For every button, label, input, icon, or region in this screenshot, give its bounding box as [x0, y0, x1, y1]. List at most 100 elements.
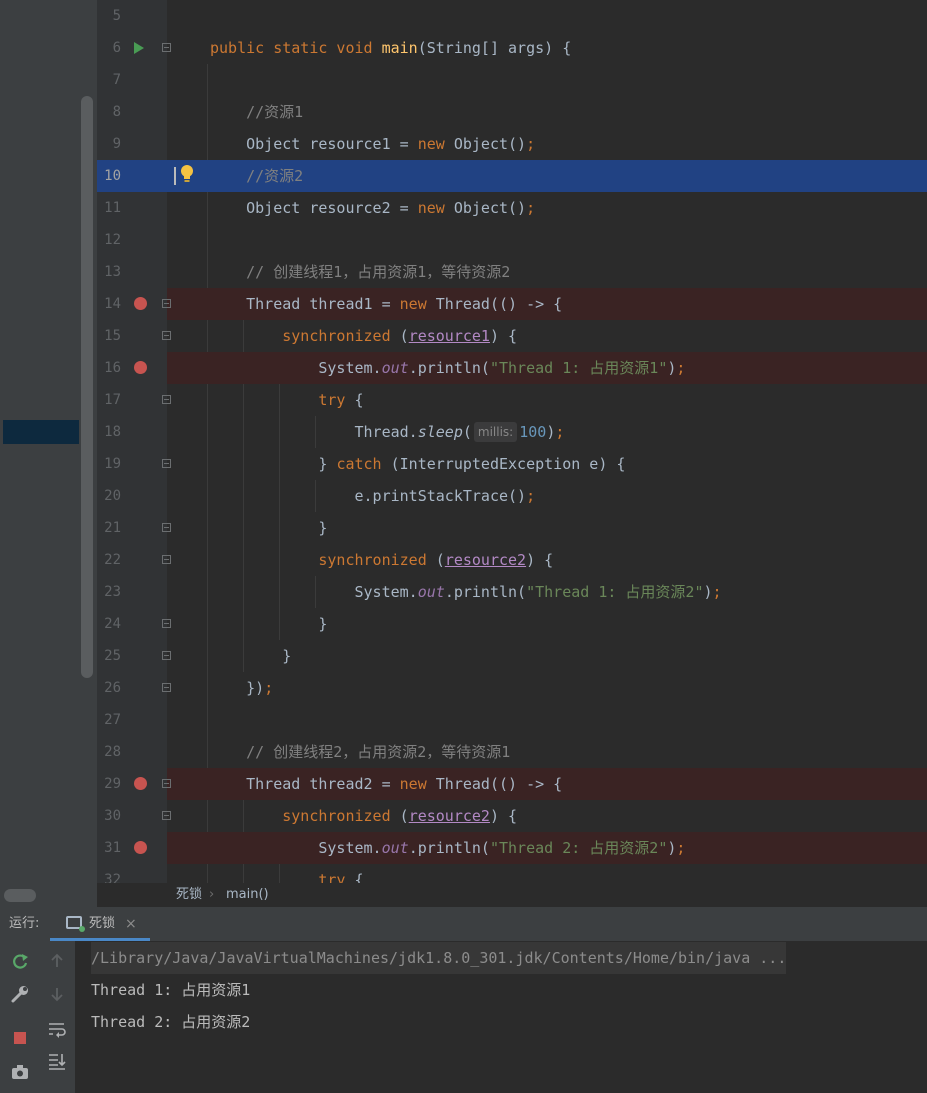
fold-icon[interactable] [162, 779, 171, 788]
run-toolbar [0, 941, 75, 1093]
fold-icon[interactable] [162, 651, 171, 660]
fold-icon[interactable] [162, 555, 171, 564]
code-line[interactable]: 5 [97, 0, 927, 32]
run-main-icon[interactable] [134, 42, 144, 54]
line-number: 26 [104, 680, 121, 696]
breadcrumb: 死锁 › main() [167, 883, 927, 907]
line-number: 16 [104, 360, 121, 376]
line-number: 9 [112, 136, 121, 152]
line-number: 5 [112, 8, 121, 24]
fold-icon[interactable] [162, 459, 171, 468]
close-tab-icon[interactable]: × [125, 907, 137, 941]
code-line[interactable]: 24 } [97, 608, 927, 640]
breakpoint-icon[interactable] [134, 361, 147, 374]
code-text: } [210, 519, 328, 537]
code-line[interactable]: 26 }); [97, 672, 927, 704]
run-tab[interactable]: 死锁 × [50, 907, 150, 941]
console-line: Thread 2: 占用资源2 [91, 1013, 251, 1031]
project-horizontal-scrollbar[interactable] [4, 889, 36, 902]
line-number: 22 [104, 552, 121, 568]
code-line[interactable]: 22 synchronized (resource2) { [97, 544, 927, 576]
breadcrumb-file[interactable]: 死锁 [176, 883, 202, 907]
code-line[interactable]: 32 try { [97, 864, 927, 883]
breakpoint-icon[interactable] [134, 297, 147, 310]
code-line[interactable]: 9 Object resource1 = new Object(); [97, 128, 927, 160]
line-number: 6 [112, 40, 121, 56]
code-line-breakpoint[interactable]: 14 Thread thread1 = new Thread(() -> { [97, 288, 927, 320]
project-panel [0, 0, 97, 907]
code-line[interactable]: 8 //资源1 [97, 96, 927, 128]
code-line[interactable]: 6 public static void main(String[] args)… [97, 32, 927, 64]
line-number: 30 [104, 808, 121, 824]
code-line[interactable]: 18 Thread.sleep(millis: 100); [97, 416, 927, 448]
code-editor[interactable]: 5 6 public static void main(String[] arg… [97, 0, 927, 883]
code-line[interactable]: 21 } [97, 512, 927, 544]
code-line[interactable]: 28 // 创建线程2，占用资源2，等待资源1 [97, 736, 927, 768]
run-panel-header: 运行: 死锁 × [0, 907, 927, 941]
line-number: 21 [104, 520, 121, 536]
code-line[interactable]: 12 [97, 224, 927, 256]
fold-icon[interactable] [162, 523, 171, 532]
code-text: public static void main(String[] args) { [210, 39, 572, 57]
project-selected-row[interactable] [3, 420, 79, 444]
fold-icon[interactable] [162, 43, 171, 52]
breakpoint-icon[interactable] [134, 777, 147, 790]
line-number: 28 [104, 744, 121, 760]
soft-wrap-icon[interactable] [46, 1018, 68, 1040]
rerun-icon[interactable] [9, 950, 31, 972]
fold-icon[interactable] [162, 683, 171, 692]
code-line-breakpoint[interactable]: 29 Thread thread2 = new Thread(() -> { [97, 768, 927, 800]
wrench-icon[interactable] [9, 983, 31, 1005]
fold-icon[interactable] [162, 619, 171, 628]
scroll-to-end-icon[interactable] [46, 1050, 68, 1072]
console-line: Thread 1: 占用资源1 [91, 981, 251, 999]
code-line[interactable]: 11 Object resource2 = new Object(); [97, 192, 927, 224]
project-scrollbar[interactable] [81, 96, 93, 678]
console-output[interactable]: /Library/Java/JavaVirtualMachines/jdk1.8… [75, 941, 927, 1093]
line-number: 23 [104, 584, 121, 600]
code-text: }); [210, 679, 274, 697]
code-line[interactable]: 7 [97, 64, 927, 96]
code-line[interactable]: 17 try { [97, 384, 927, 416]
code-text: synchronized (resource1) { [282, 327, 518, 345]
code-line[interactable]: 20 e.printStackTrace(); [97, 480, 927, 512]
line-number: 17 [104, 392, 121, 408]
line-number: 10 [104, 168, 121, 184]
code-text: } catch (InterruptedException e) { [210, 455, 626, 473]
code-line-current[interactable]: 10 //资源2 [97, 160, 927, 192]
breadcrumb-method[interactable]: main() [226, 883, 269, 907]
code-line[interactable]: 15 synchronized (resource1) { [97, 320, 927, 352]
stop-icon[interactable] [9, 1027, 31, 1049]
code-line[interactable]: 19 } catch (InterruptedException e) { [97, 448, 927, 480]
code-text: Thread thread1 = new Thread(() -> { [210, 295, 563, 313]
code-text: Thread.sleep(millis: 100); [210, 422, 565, 442]
line-number: 19 [104, 456, 121, 472]
lightbulb-icon[interactable] [180, 164, 194, 184]
breadcrumb-separator: › [209, 887, 215, 902]
code-text: } [210, 647, 292, 665]
code-text: // 创建线程1，占用资源1，等待资源2 [210, 263, 511, 281]
code-line[interactable]: 27 [97, 704, 927, 736]
code-text: // 创建线程2，占用资源2，等待资源1 [210, 743, 511, 761]
fold-icon[interactable] [162, 811, 171, 820]
code-text: e.printStackTrace(); [210, 487, 536, 505]
code-line-breakpoint[interactable]: 31 System.out.println("Thread 2: 占用资源2")… [97, 832, 927, 864]
code-line[interactable]: 23 System.out.println("Thread 1: 占用资源2")… [97, 576, 927, 608]
fold-icon[interactable] [162, 331, 171, 340]
line-number: 20 [104, 488, 121, 504]
line-number: 29 [104, 776, 121, 792]
line-number: 11 [104, 200, 121, 216]
code-text: try { [318, 871, 364, 883]
code-line[interactable]: 13 // 创建线程1，占用资源1，等待资源2 [97, 256, 927, 288]
up-arrow-icon[interactable] [46, 950, 68, 972]
camera-icon[interactable] [9, 1061, 31, 1083]
breakpoint-icon[interactable] [134, 841, 147, 854]
fold-icon[interactable] [162, 299, 171, 308]
fold-icon[interactable] [162, 395, 171, 404]
code-line-breakpoint[interactable]: 16 System.out.println("Thread 1: 占用资源1")… [97, 352, 927, 384]
code-line[interactable]: 30 synchronized (resource2) { [97, 800, 927, 832]
code-text: //资源2 [210, 167, 304, 185]
code-line[interactable]: 25 } [97, 640, 927, 672]
console-command-line[interactable]: /Library/Java/JavaVirtualMachines/jdk1.8… [91, 942, 787, 974]
down-arrow-icon[interactable] [46, 983, 68, 1005]
